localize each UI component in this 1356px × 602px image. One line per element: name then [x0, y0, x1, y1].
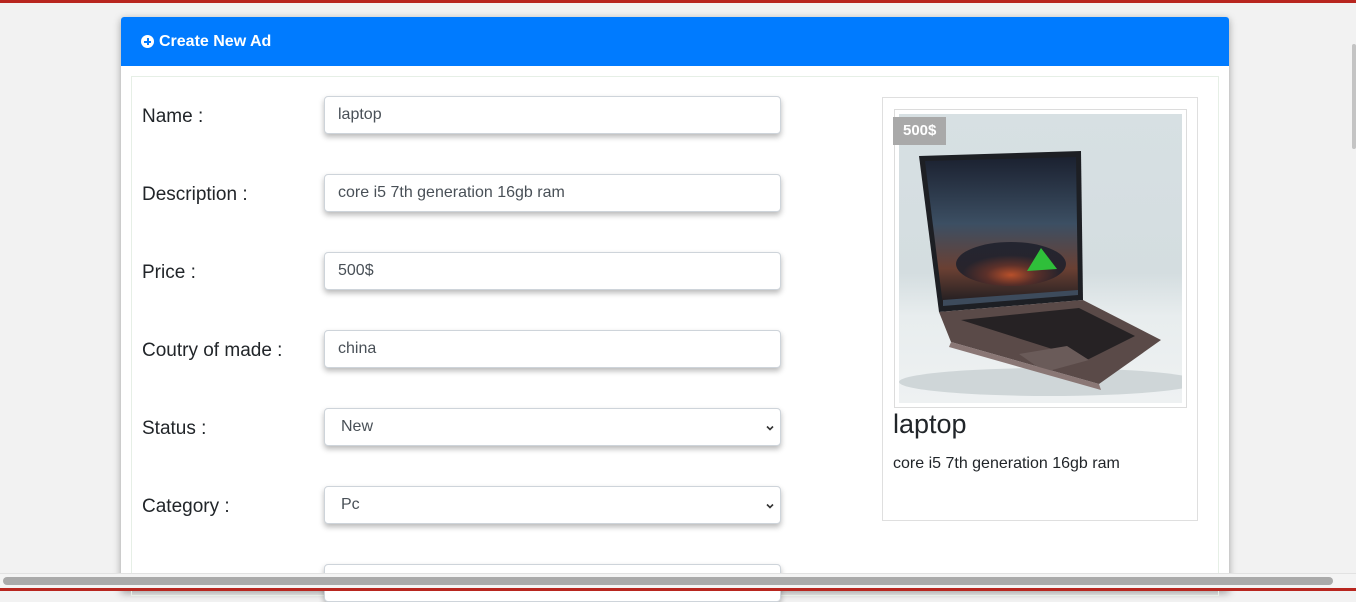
price-input[interactable]: 500$ — [324, 252, 781, 290]
card-title: Create New Ad — [159, 32, 272, 50]
status-row: Status : New — [142, 408, 792, 446]
status-label: Status : — [142, 418, 207, 439]
ad-preview-title: laptop — [893, 409, 967, 439]
price-row: Price : 500$ — [142, 252, 792, 290]
country-input-value: china — [338, 340, 377, 357]
laptop-image — [899, 114, 1182, 403]
horizontal-scrollbar[interactable] — [0, 573, 1356, 588]
ad-preview-description: core i5 7th generation 16gb ram — [893, 455, 1120, 472]
status-selected-value: New — [341, 418, 374, 435]
status-select[interactable]: New — [324, 408, 781, 446]
name-label: Name : — [142, 106, 204, 127]
category-label: Category : — [142, 496, 230, 517]
laptop-illustration — [899, 151, 1182, 396]
description-label: Description : — [142, 184, 248, 205]
horizontal-scrollbar-thumb[interactable] — [3, 577, 1333, 585]
description-input[interactable]: core i5 7th generation 16gb ram — [324, 174, 781, 212]
price-input-value: 500$ — [338, 262, 374, 279]
card-body: Name : laptop Description : core i5 7th … — [131, 76, 1219, 602]
name-input[interactable]: laptop — [324, 96, 781, 134]
name-row: Name : laptop — [142, 96, 792, 134]
chevron-down-icon — [766, 425, 774, 431]
create-ad-card: Create New Ad Name : laptop Description … — [121, 17, 1229, 602]
ad-image-thumbnail — [894, 109, 1187, 408]
category-selected-value: Pc — [341, 496, 360, 513]
category-select[interactable]: Pc — [324, 486, 781, 524]
plus-circle-icon — [141, 35, 154, 48]
description-input-value: core i5 7th generation 16gb ram — [338, 184, 565, 201]
chevron-down-icon — [766, 503, 774, 509]
country-label: Coutry of made : — [142, 340, 283, 361]
price-label: Price : — [142, 262, 196, 283]
name-input-value: laptop — [338, 106, 382, 123]
country-row: Coutry of made : china — [142, 330, 792, 368]
description-row: Description : core i5 7th generation 16g… — [142, 174, 792, 212]
category-row: Category : Pc — [142, 486, 792, 524]
price-badge: 500$ — [893, 117, 947, 145]
country-input[interactable]: china — [324, 330, 781, 368]
ad-preview-card: 500$ laptop core i5 7th generation 16gb … — [882, 97, 1198, 521]
card-header: Create New Ad — [121, 17, 1229, 66]
vertical-scrollbar-thumb[interactable] — [1352, 44, 1356, 149]
browser-top-accent — [0, 0, 1356, 3]
